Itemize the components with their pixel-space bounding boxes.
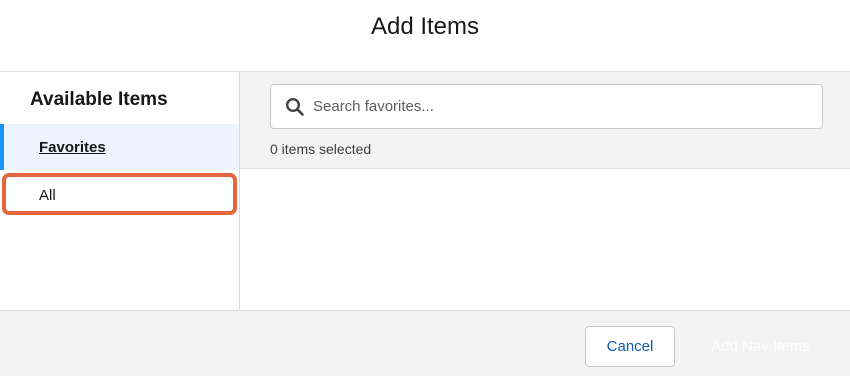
search-area: 0 items selected (240, 72, 850, 169)
add-items-modal: Add Items Available Items Favorites All … (0, 0, 850, 376)
sidebar-item-favorites[interactable]: Favorites (0, 124, 239, 170)
sidebar-item-label: Favorites (39, 138, 106, 156)
sidebar-item-all[interactable]: All (0, 172, 239, 218)
add-nav-items-button[interactable]: Add Nav Items (688, 326, 833, 367)
available-items-sidebar: Available Items Favorites All (0, 72, 240, 310)
main-panel: 0 items selected (240, 72, 850, 310)
cancel-button[interactable]: Cancel (585, 326, 675, 367)
selected-count: 0 items selected (270, 141, 372, 157)
modal-footer: Cancel Add Nav Items (0, 310, 850, 376)
modal-header: Add Items (0, 0, 850, 72)
sidebar-heading: Available Items (30, 89, 168, 110)
search-input[interactable] (313, 98, 793, 115)
modal-title: Add Items (370, 12, 480, 40)
sidebar-item-label: All (39, 186, 56, 204)
search-box[interactable] (270, 84, 823, 129)
search-icon (285, 97, 304, 116)
